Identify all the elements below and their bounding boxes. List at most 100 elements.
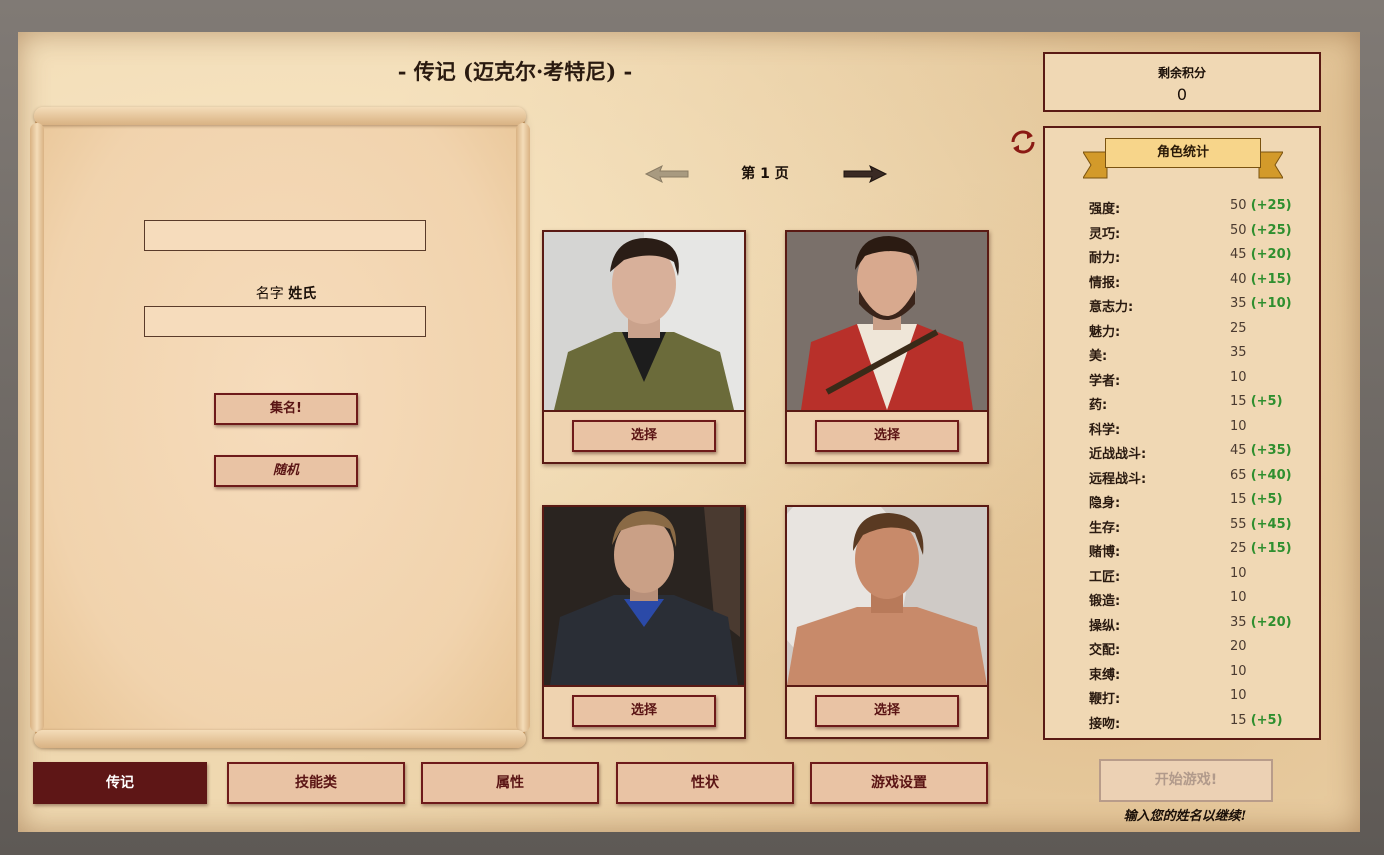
stat-name: 接吻: xyxy=(1089,716,1121,732)
set-name-button[interactable]: 集名! xyxy=(214,393,358,425)
stats-title: 角色统计 xyxy=(1105,138,1261,168)
tab-biography[interactable]: 传记 xyxy=(33,762,207,804)
tab-attributes[interactable]: 属性 xyxy=(421,762,599,804)
arrow-left-icon[interactable] xyxy=(644,164,690,184)
character-stats-panel: 角色统计 强度: 50 (+25) 灵巧: 50 (+25) 耐力: 45 (+20) 情报… xyxy=(1043,126,1321,740)
name-label: 名字 姓氏 xyxy=(144,283,428,303)
stat-value-group: 10 xyxy=(1230,566,1247,581)
stat-bonus: (+15) xyxy=(1250,271,1292,287)
stat-name: 强度: xyxy=(1089,202,1121,217)
stat-name: 科学: xyxy=(1089,422,1121,438)
stat-row: 魅力: 25 xyxy=(1089,321,1309,341)
stat-name: 药: xyxy=(1089,398,1108,413)
stat-row: 锻造: 10 xyxy=(1089,590,1309,610)
arrow-right-icon[interactable] xyxy=(842,164,888,184)
character-portrait-1 xyxy=(544,232,744,410)
start-game-button[interactable]: 开始游戏! xyxy=(1099,759,1273,802)
stat-value-group: 15 (+5) xyxy=(1230,713,1283,728)
portrait-image-3 xyxy=(544,507,744,687)
stat-row: 药: 15 (+5) xyxy=(1089,394,1309,414)
stat-value-group: 35 xyxy=(1230,345,1247,360)
last-name-label: 姓氏 xyxy=(288,286,317,302)
stat-value: 20 xyxy=(1230,639,1247,654)
stat-name: 操纵: xyxy=(1089,618,1121,634)
stat-value: 25 xyxy=(1230,320,1247,336)
select-button-2[interactable]: 选择 xyxy=(815,420,959,452)
stat-value: 10 xyxy=(1230,663,1247,679)
stat-value: 10 xyxy=(1230,590,1247,605)
character-portrait-4 xyxy=(787,507,987,685)
page-indicator: 第 1 页 xyxy=(741,166,789,182)
stats-ribbon: 角色统计 xyxy=(1083,138,1283,179)
portrait-image-2 xyxy=(787,232,987,412)
stat-value-group: 20 xyxy=(1230,639,1247,654)
portrait-card-2: 选择 xyxy=(785,230,989,464)
portrait-image-1 xyxy=(544,232,744,412)
tab-game-settings[interactable]: 游戏设置 xyxy=(810,762,988,804)
stat-value-group: 65 (+40) xyxy=(1230,468,1292,483)
portrait-card-3: 选择 xyxy=(542,505,746,739)
stat-value-group: 35 (+10) xyxy=(1230,296,1292,311)
stat-value-group: 35 (+20) xyxy=(1230,615,1292,630)
stat-row: 交配: 20 xyxy=(1089,639,1309,659)
stat-value-group: 25 (+15) xyxy=(1230,541,1292,556)
select-button-1[interactable]: 选择 xyxy=(572,420,716,452)
tab-skills[interactable]: 技能类 xyxy=(227,762,405,804)
stat-bonus: (+40) xyxy=(1250,467,1292,483)
stat-value: 45 xyxy=(1230,247,1247,262)
stat-value: 50 xyxy=(1230,222,1247,238)
stat-value: 15 xyxy=(1230,492,1247,507)
stat-row: 接吻: 15 (+5) xyxy=(1089,713,1309,733)
stat-value: 15 xyxy=(1230,394,1247,409)
stat-value-group: 45 (+20) xyxy=(1230,247,1292,262)
remaining-points-label: 剩余积分 xyxy=(1157,66,1206,80)
stat-name: 意志力: xyxy=(1089,300,1134,315)
last-name-input[interactable] xyxy=(144,306,426,337)
select-button-3[interactable]: 选择 xyxy=(572,695,716,727)
reset-stats-icon[interactable] xyxy=(1008,128,1038,156)
stat-name: 赌博: xyxy=(1089,545,1121,560)
stat-name: 魅力: xyxy=(1089,324,1121,340)
stat-row: 鞭打: 10 xyxy=(1089,688,1309,708)
select-button-4[interactable]: 选择 xyxy=(815,695,959,727)
stat-name: 束缚: xyxy=(1089,667,1121,683)
character-portrait-3 xyxy=(544,507,744,685)
stat-value: 35 xyxy=(1230,296,1247,311)
stat-name: 交配: xyxy=(1089,643,1121,658)
stat-bonus: (+5) xyxy=(1250,712,1283,728)
stat-value-group: 50 (+25) xyxy=(1230,198,1292,213)
stat-value-group: 15 (+5) xyxy=(1230,394,1283,409)
stat-value: 25 xyxy=(1230,541,1247,556)
stat-name: 锻造: xyxy=(1089,594,1121,609)
stat-bonus: (+5) xyxy=(1250,492,1283,507)
stat-value: 10 xyxy=(1230,565,1247,581)
stat-name: 远程战斗: xyxy=(1089,471,1147,487)
stat-row: 强度: 50 (+25) xyxy=(1089,198,1309,218)
random-name-button[interactable]: 随机 xyxy=(214,455,358,487)
stat-value-group: 10 xyxy=(1230,664,1247,679)
stat-row: 远程战斗: 65 (+40) xyxy=(1089,468,1309,488)
scroll-right-roll xyxy=(516,123,530,732)
stat-bonus: (+25) xyxy=(1250,198,1292,213)
stat-row: 生存: 55 (+45) xyxy=(1089,517,1309,537)
scroll-left-roll xyxy=(30,123,44,732)
stat-name: 灵巧: xyxy=(1089,226,1121,242)
remaining-points-box: 剩余积分 0 xyxy=(1043,52,1321,112)
stat-bonus: (+25) xyxy=(1250,222,1292,238)
stat-value-group: 55 (+45) xyxy=(1230,517,1292,532)
stat-value: 35 xyxy=(1230,614,1247,630)
stat-value-group: 40 (+15) xyxy=(1230,272,1292,287)
stat-value: 50 xyxy=(1230,198,1247,213)
first-name-label: 名字 xyxy=(255,286,284,302)
stat-bonus: (+20) xyxy=(1250,614,1292,630)
first-name-input[interactable] xyxy=(144,220,426,251)
stat-value-group: 10 xyxy=(1230,688,1247,703)
stat-name: 耐力: xyxy=(1089,251,1121,266)
tab-traits[interactable]: 性状 xyxy=(616,762,794,804)
stat-value-group: 10 xyxy=(1230,419,1247,434)
continue-hint: 输入您的姓名以继续! xyxy=(1123,809,1247,824)
portrait-card-1: 选择 xyxy=(542,230,746,464)
stat-row: 隐身: 15 (+5) xyxy=(1089,492,1309,512)
stat-bonus: (+20) xyxy=(1250,247,1292,262)
stat-value: 10 xyxy=(1230,418,1247,434)
